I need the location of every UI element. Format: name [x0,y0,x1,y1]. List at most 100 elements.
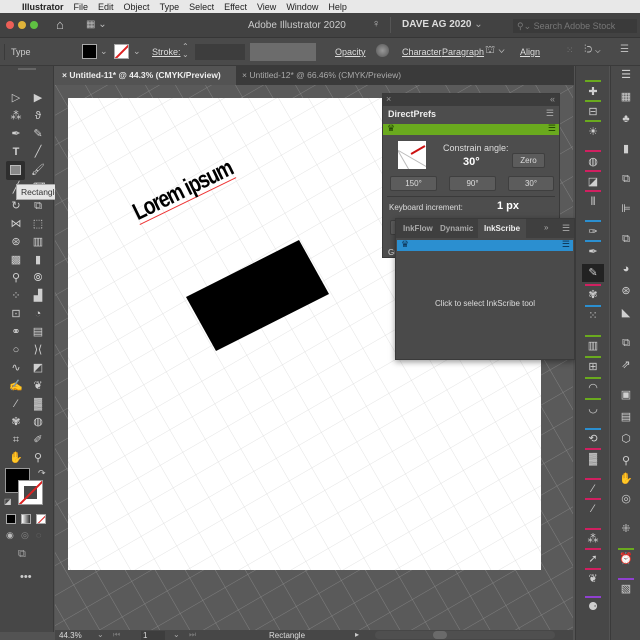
slice-tool-icon[interactable]: ◔ [30,306,46,322]
plugin-brush-icon[interactable]: ⁄ [582,480,604,498]
menu-type[interactable]: Type [160,2,180,12]
close-tab-icon[interactable]: × [62,70,67,80]
graphic-styles-panel-icon[interactable]: ⊛ [615,282,637,300]
align-link[interactable]: Align [520,47,540,57]
recolor-artwork-icon[interactable] [376,44,389,57]
appearance-panel-icon[interactable]: ◕ [615,260,637,278]
artboard-tool-icon[interactable]: ⊡ [8,306,24,322]
column-graph-tool-icon[interactable]: ▟ [30,288,46,304]
fill-dropdown-chevron-icon[interactable]: ⌄ [100,46,108,57]
paragraph-link[interactable]: Paragraph [442,47,484,57]
tab-untitled-11[interactable]: × Untitled-11* @ 44.3% (CMYK/Preview) [56,66,236,85]
gradient-tool-icon[interactable]: ▮ [30,252,46,268]
plugin-cursor-icon[interactable]: ➚ [582,550,604,568]
flyout-menu-icon[interactable]: ☰ [562,239,570,250]
panel-menu-icon[interactable]: ☰ [562,223,570,234]
angle-90-button[interactable]: 90° [449,176,496,191]
inkscribe-lens-icon[interactable]: ◍ [30,414,46,430]
plugin-dots-icon[interactable]: ⁙ [582,307,604,325]
lightbulb-icon[interactable]: ♀ [372,18,380,30]
plugin-feather-icon[interactable]: ✒ [582,243,604,261]
stroke-weight-input[interactable] [195,44,245,60]
lasso-tool-icon[interactable]: ϑ [30,108,46,124]
first-artboard-icon[interactable]: ⏮ [113,630,120,640]
export-panel-icon[interactable]: ⇗ [615,356,637,374]
zoom-level[interactable]: 44.3% [59,631,82,640]
join-tool-icon[interactable]: ⟩⟨ [30,342,46,358]
plugin-rotate-icon[interactable]: ⟲ [582,430,604,448]
scrollbar-thumb[interactable] [433,631,447,639]
flyout-menu-icon[interactable]: ☰ [548,123,556,134]
plugin-sun-icon[interactable]: ☀ [582,123,604,141]
panel-header[interactable]: × « [383,94,559,106]
rectangle-tool-button[interactable] [6,161,25,180]
angle-30-button[interactable]: 30° [508,176,554,191]
3d-panel-icon[interactable]: ⬡ [615,430,637,448]
panel-grip[interactable] [18,68,36,70]
perspective-grid-tool-icon[interactable]: ▥ [30,234,46,250]
paintbrush-tool-icon[interactable]: 🖌 [30,162,46,178]
angle-150-button[interactable]: 150° [390,176,437,191]
plugin-shape-icon[interactable]: ◪ [582,173,604,191]
search-adobe-stock-input[interactable]: ⚲⌄ Search Adobe Stock [513,19,637,33]
circle-panel-icon[interactable]: ◎ [615,490,637,508]
swatches-panel-icon[interactable]: ▦ [615,88,637,106]
plugin-brush2-icon[interactable]: ⁄ [582,500,604,518]
libraries-panel-icon[interactable]: ▣ [615,386,637,404]
close-window-button[interactable] [6,21,14,29]
plugin-tool-icon-1[interactable]: ⚭ [8,324,24,340]
plugin-mesh-icon[interactable]: ⁂ [582,530,604,548]
stroke-weight-stepper[interactable]: ⌃ ⌄ [182,43,189,59]
symbols-panel-icon[interactable]: ♣ [615,110,637,128]
texture-tool-icon[interactable]: ▓ [30,396,46,412]
plugin-circles-icon[interactable]: ⚈ [582,598,604,616]
menu-app-name[interactable]: Illustrator [22,2,64,12]
plugin-offset-icon[interactable]: ⫴ [582,193,604,211]
pen-tool-icon[interactable]: ✒ [8,126,24,142]
plugin-transform-icon[interactable]: ⊞ [582,358,604,376]
menu-help[interactable]: Help [328,2,347,12]
home-icon[interactable]: ⌂ [56,17,64,32]
puppet-warp-tool-icon[interactable]: ❦ [30,378,46,394]
plugin-curve2-icon[interactable]: ◡ [582,400,604,418]
stroke-none-swatch[interactable] [114,44,129,59]
minimize-window-button[interactable] [18,21,26,29]
zoom-window-button[interactable] [30,21,38,29]
rotate-tool-icon[interactable]: ↻ [8,198,24,214]
artboard-number-input[interactable]: 1 [141,631,165,640]
stroke-swatch[interactable] [18,480,43,505]
arrange-documents-icon[interactable]: ▦ ⌄ [86,19,107,30]
panel-menu-icon[interactable]: ☰ [615,66,637,84]
plugin-lens-icon[interactable]: ◍ [582,153,604,171]
paint-brush-plugin-icon[interactable]: ⁄ [8,396,24,412]
artboard-chevron-icon[interactable]: ⌄ [173,630,180,639]
close-panel-icon[interactable]: × [386,94,391,104]
horizontal-scrollbar[interactable] [375,631,555,639]
last-artboard-icon[interactable]: ⏭ [189,630,196,640]
symbol-sprayer-tool-icon[interactable]: ⁘ [8,288,24,304]
stroke-label[interactable]: Stroke: [152,47,181,57]
puppet-panel-icon[interactable]: ✋ [615,470,637,488]
plugin-bird-icon[interactable]: ❦ [582,570,604,588]
plugin-texture-icon[interactable]: ▓ [582,450,604,468]
tab-inkscribe[interactable]: InkScribe [478,219,526,238]
fill-color-swatch[interactable] [82,44,97,59]
menu-edit[interactable]: Edit [98,2,114,12]
plugin-robot-icon[interactable]: ⊟ [582,103,604,121]
character-link[interactable]: Character [402,47,442,57]
menu-window[interactable]: Window [286,2,318,12]
live-paint-bucket-icon[interactable]: ◩ [30,360,46,376]
status-menu-arrow-icon[interactable]: ▸ [355,630,359,639]
menu-view[interactable]: View [257,2,276,12]
magic-wand-icon[interactable]: ⁂ [8,108,24,124]
tab-inkflow[interactable]: InkFlow [403,224,433,233]
tab-untitled-12[interactable]: × Untitled-12* @ 66.46% (CMYK/Preview) [236,66,416,85]
artboards-panel-icon[interactable]: ⧉ [615,334,637,352]
edit-toolbar-icon[interactable]: ••• [20,571,32,583]
opentype-icon[interactable]: ⛫ ⌄ [485,44,505,58]
scale-tool-icon[interactable]: ⧉ [30,198,46,214]
close-tab-icon[interactable]: × [242,70,247,80]
menu-object[interactable]: Object [124,2,150,12]
gradient-panel-icon[interactable]: ▮ [615,140,637,158]
knife-tool-icon[interactable]: ✐ [30,432,46,448]
